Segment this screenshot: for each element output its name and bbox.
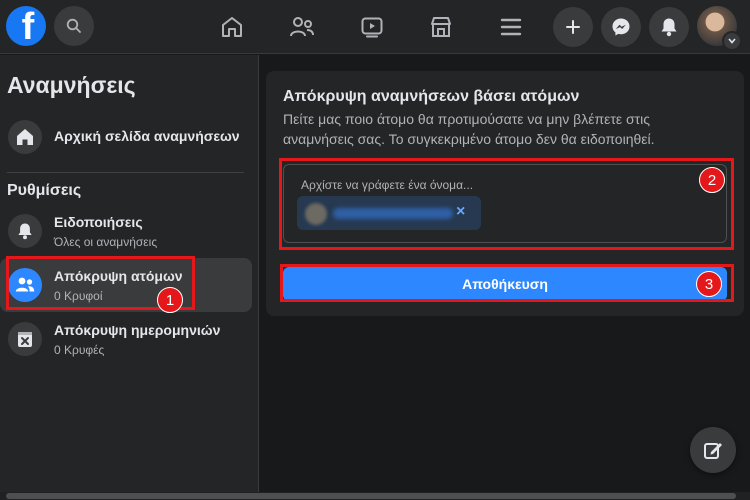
calendar-x-icon: [18, 332, 32, 347]
sidebar-item-label: Απόκρυψη ημερομηνιών: [54, 322, 221, 338]
nav-friends[interactable]: [285, 10, 319, 44]
scrollbar-thumb[interactable]: [6, 493, 736, 499]
sidebar-item-label: Αρχική σελίδα αναμνήσεων: [54, 128, 240, 144]
home-icon: [17, 129, 33, 145]
compose-icon: [704, 443, 722, 459]
sidebar-title: Αναμνήσεις: [7, 72, 136, 98]
marketplace-icon: [431, 17, 451, 37]
messenger-button[interactable]: [601, 7, 641, 47]
messenger-icon: [612, 18, 630, 36]
sidebar-item-sublabel: 0 Κρυφές: [54, 343, 105, 357]
new-message-button[interactable]: [690, 427, 736, 473]
panel-description: Πείτε μας ποιο άτομο θα προτιμούσατε να …: [283, 111, 655, 147]
annotation-badge-3: 3: [696, 271, 722, 297]
annotation-badge-1: 1: [157, 287, 183, 313]
home-icon: [222, 17, 242, 37]
logo-letter: f: [21, 6, 35, 46]
search-button[interactable]: [54, 6, 94, 46]
sidebar-item-sublabel: Όλες οι αναμνήσεις: [54, 235, 158, 249]
sidebar-item-notifications[interactable]: Ειδοποιήσεις Όλες οι αναμνήσεις: [0, 204, 252, 258]
search-icon: [66, 18, 81, 33]
chevron-down-icon: [728, 38, 736, 44]
account-menu-badge[interactable]: [722, 31, 742, 51]
calendar-x-icon-container: [8, 322, 42, 356]
nav-menu[interactable]: [494, 10, 528, 44]
nav-marketplace[interactable]: [424, 10, 458, 44]
top-navigation-bar: f: [0, 0, 750, 54]
menu-icon: [500, 18, 522, 36]
watch-icon: [361, 17, 383, 38]
home-icon-container: [8, 120, 42, 154]
settings-heading: Ρυθμίσεις: [7, 182, 82, 199]
nav-home[interactable]: [215, 10, 249, 44]
horizontal-scrollbar[interactable]: [0, 492, 750, 500]
nav-watch[interactable]: [355, 10, 389, 44]
notifications-button[interactable]: [649, 7, 689, 47]
sidebar-item-hide-dates[interactable]: Απόκρυψη ημερομηνιών 0 Κρυφές: [0, 312, 252, 366]
create-button[interactable]: [553, 7, 593, 47]
annotation-box-3: [280, 264, 734, 302]
bell-icon-container: [8, 214, 42, 248]
friends-icon: [290, 17, 314, 37]
facebook-logo[interactable]: f: [6, 6, 46, 46]
sidebar-item-label: Ειδοποιήσεις: [54, 214, 143, 230]
sidebar-divider: [7, 172, 244, 173]
sidebar-item-memories-home[interactable]: Αρχική σελίδα αναμνήσεων: [0, 110, 252, 164]
notifications-icon: [661, 18, 677, 37]
panel-title: Απόκρυψη αναμνήσεων βάσει ατόμων: [283, 88, 580, 105]
annotation-badge-2: 2: [699, 167, 725, 193]
create-icon: [566, 20, 580, 34]
bell-icon: [18, 223, 32, 240]
annotation-box-2: [279, 158, 734, 250]
